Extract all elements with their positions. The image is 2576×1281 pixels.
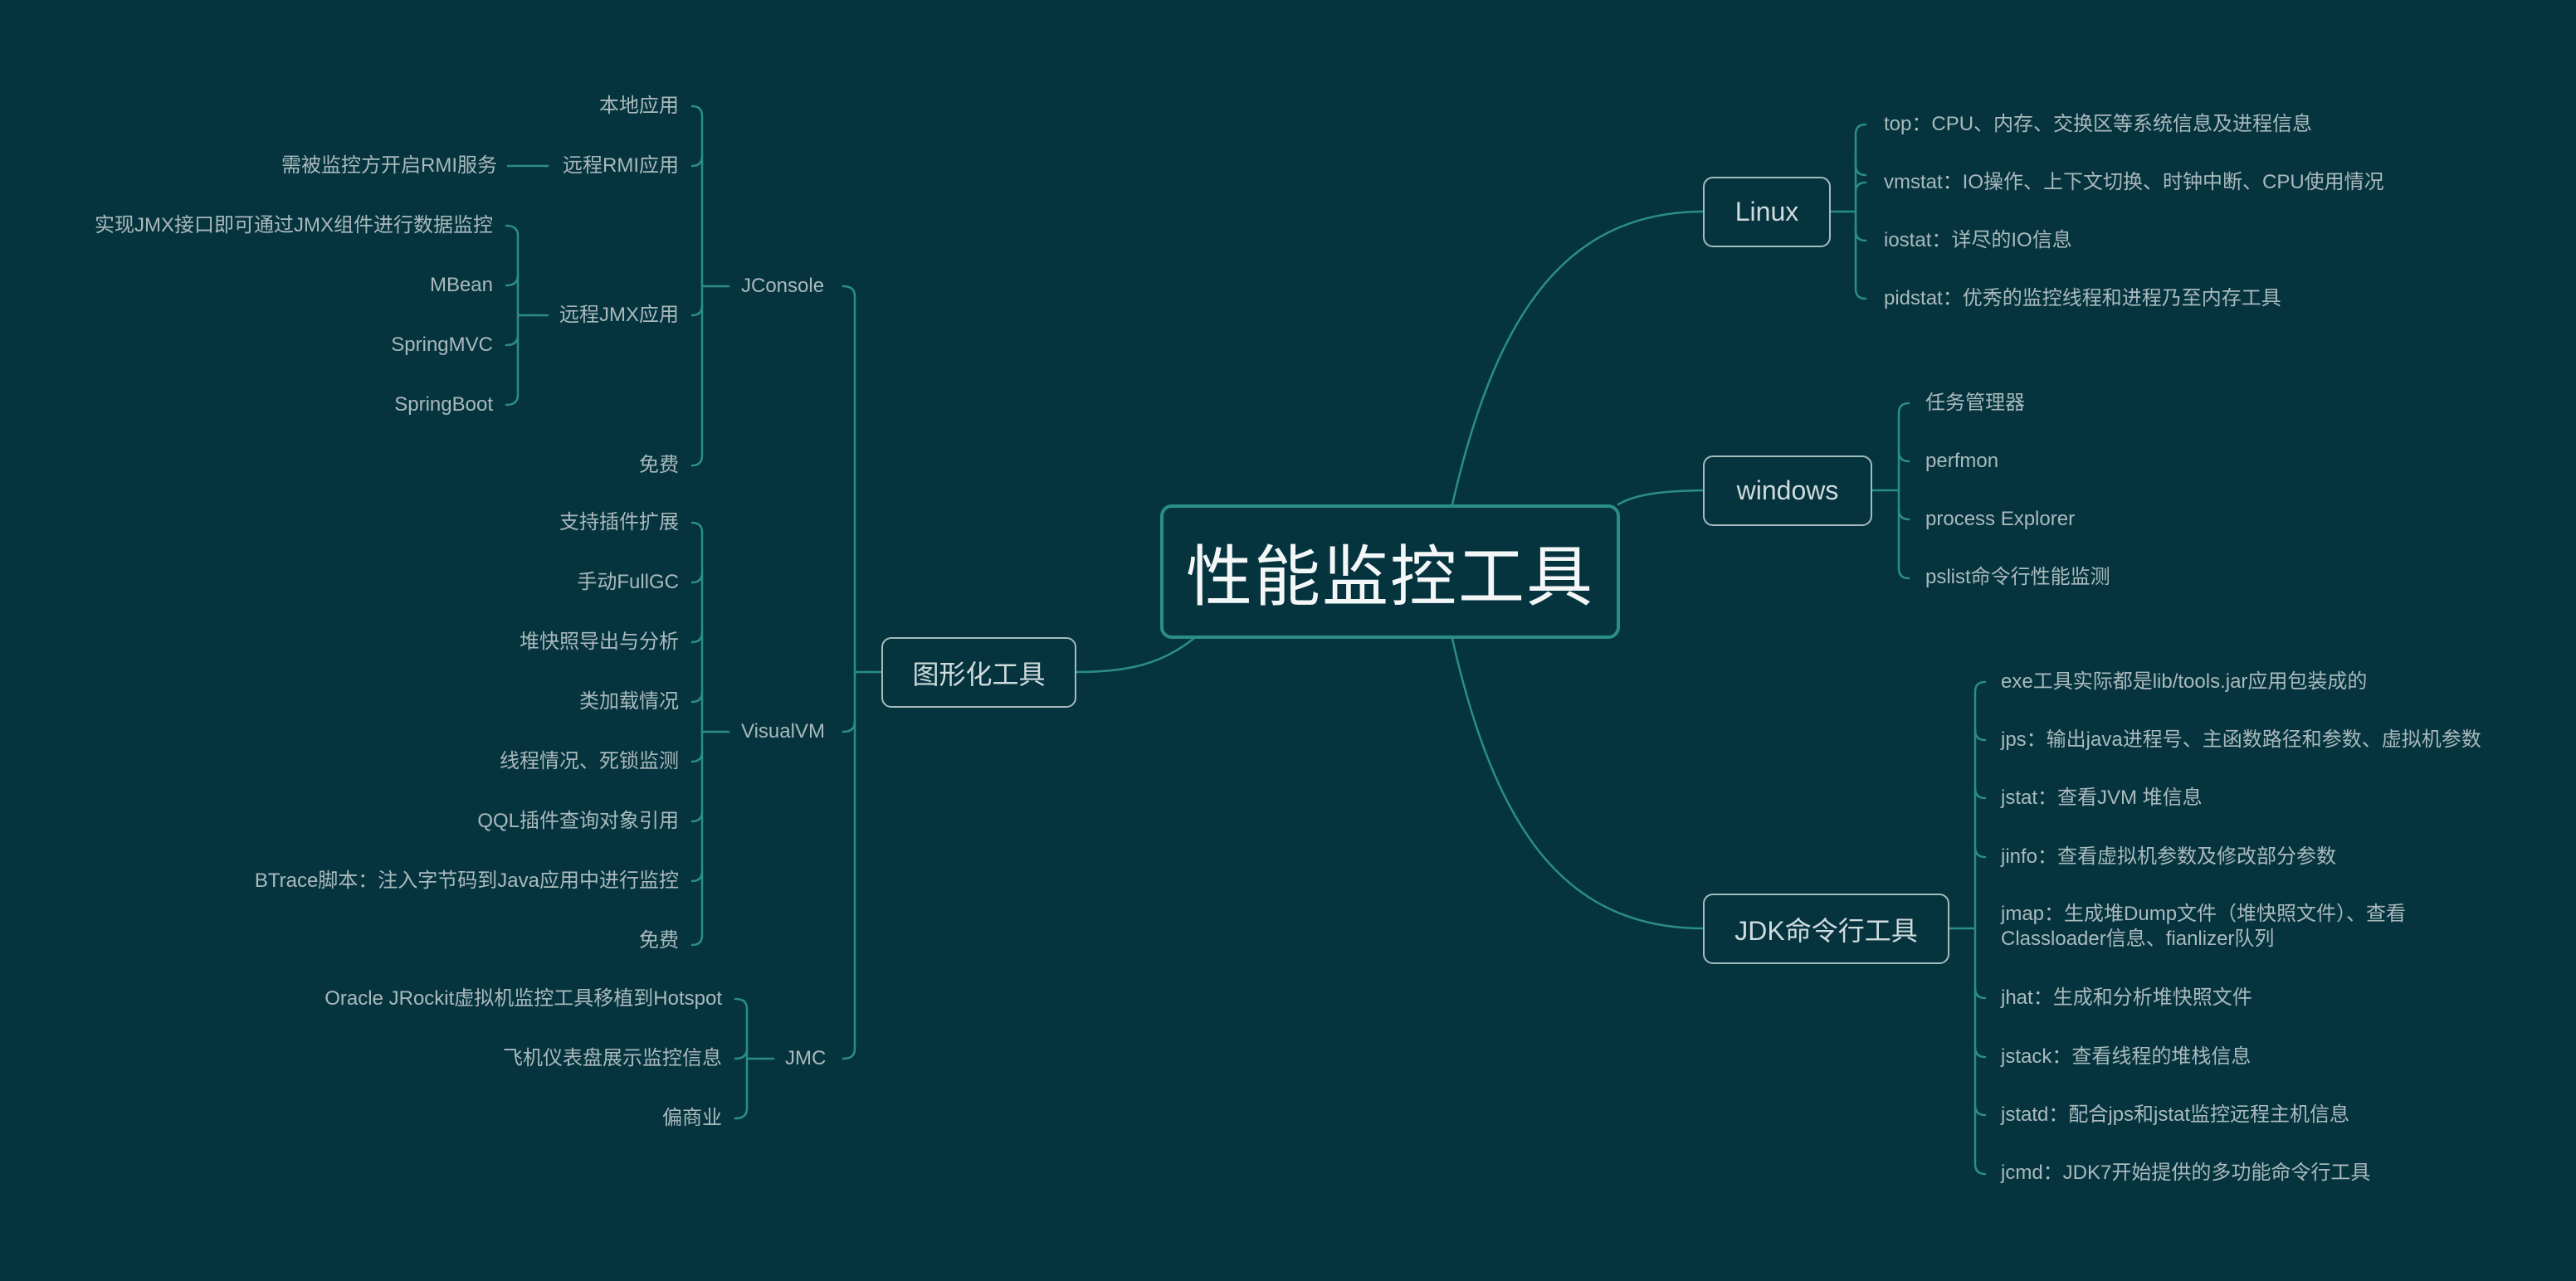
jdk-cli-node[interactable]: JDK命令行工具 bbox=[1703, 894, 1949, 964]
windows-node[interactable]: windows bbox=[1703, 455, 1872, 526]
mind-map: 性能监控工具 图形化工具 Linux windows JDK命令行工具 JCon… bbox=[0, 0, 2576, 1281]
jdk-item[interactable]: jstatd：配合jps和jstat监控远程主机信息 bbox=[2001, 1103, 2349, 1128]
jdk-cli-label: JDK命令行工具 bbox=[1734, 915, 1918, 946]
windows-item[interactable]: perfmon bbox=[1925, 449, 1998, 474]
jdk-item[interactable]: jinfo：查看虚拟机参数及修改部分参数 bbox=[2001, 845, 2336, 869]
linux-node[interactable]: Linux bbox=[1703, 177, 1831, 247]
visualvm-item[interactable]: 类加载情况 bbox=[579, 689, 679, 714]
graphical-tools-node[interactable]: 图形化工具 bbox=[881, 637, 1076, 708]
jdk-item[interactable]: jstack：查看线程的堆栈信息 bbox=[2001, 1045, 2251, 1069]
jdk-item[interactable]: jps：输出java进程号、主函数路径和参数、虚拟机参数 bbox=[2001, 728, 2481, 753]
jconsole-label[interactable]: JConsole bbox=[741, 274, 824, 299]
windows-item[interactable]: 任务管理器 bbox=[1925, 391, 2025, 416]
jdk-item[interactable]: jmap：生成堆Dump文件（堆快照文件）、查看Classloader信息、fi… bbox=[2001, 902, 2432, 952]
visualvm-item[interactable]: 手动FullGC bbox=[577, 570, 679, 595]
jmx-item[interactable]: SpringMVC bbox=[391, 333, 493, 358]
jdk-item[interactable]: jstat：查看JVM 堆信息 bbox=[2001, 786, 2203, 811]
jconsole-free-label[interactable]: 免费 bbox=[639, 453, 679, 478]
linux-item[interactable]: pidstat：优秀的监控线程和进程乃至内存工具 bbox=[1884, 286, 2281, 311]
root-node[interactable]: 性能监控工具 bbox=[1160, 504, 1620, 639]
local-app-label[interactable]: 本地应用 bbox=[599, 94, 679, 119]
jmx-item[interactable]: SpringBoot bbox=[394, 392, 493, 417]
linux-item[interactable]: vmstat：IO操作、上下文切换、时钟中断、CPU使用情况 bbox=[1884, 170, 2384, 195]
visualvm-label[interactable]: VisualVM bbox=[741, 719, 825, 744]
graphical-tools-label: 图形化工具 bbox=[912, 659, 1046, 689]
jmc-label[interactable]: JMC bbox=[785, 1046, 826, 1071]
jdk-item[interactable]: exe工具实际都是lib/tools.jar应用包装成的 bbox=[2001, 670, 2367, 694]
linux-item[interactable]: top：CPU、内存、交换区等系统信息及进程信息 bbox=[1884, 112, 2312, 137]
linux-item[interactable]: iostat：详尽的IO信息 bbox=[1884, 228, 2072, 253]
remote-rmi-label[interactable]: 远程RMI应用 bbox=[563, 153, 679, 178]
jmc-item[interactable]: 飞机仪表盘展示监控信息 bbox=[503, 1046, 722, 1071]
root-label: 性能监控工具 bbox=[1186, 540, 1594, 614]
remote-rmi-note[interactable]: 需被监控方开启RMI服务 bbox=[281, 153, 497, 178]
jdk-item[interactable]: jcmd：JDK7开始提供的多功能命令行工具 bbox=[2001, 1161, 2370, 1186]
windows-item[interactable]: pslist命令行性能监测 bbox=[1925, 565, 2110, 590]
visualvm-item[interactable]: 堆快照导出与分析 bbox=[520, 630, 679, 655]
jmx-item[interactable]: MBean bbox=[430, 273, 493, 298]
visualvm-item[interactable]: BTrace脚本：注入字节码到Java应用中进行监控 bbox=[255, 869, 679, 894]
linux-label: Linux bbox=[1734, 197, 1799, 226]
jdk-item[interactable]: jhat：生成和分析堆快照文件 bbox=[2001, 986, 2252, 1011]
visualvm-item[interactable]: 免费 bbox=[639, 928, 679, 953]
visualvm-item[interactable]: QQL插件查询对象引用 bbox=[477, 809, 679, 834]
windows-item[interactable]: process Explorer bbox=[1925, 507, 2075, 532]
jmc-item[interactable]: Oracle JRockit虚拟机监控工具移植到Hotspot bbox=[324, 986, 722, 1011]
jmc-item[interactable]: 偏商业 bbox=[662, 1106, 722, 1131]
remote-jmx-label[interactable]: 远程JMX应用 bbox=[559, 303, 679, 328]
jmx-item[interactable]: 实现JMX接口即可通过JMX组件进行数据监控 bbox=[95, 213, 493, 238]
visualvm-item[interactable]: 线程情况、死锁监测 bbox=[500, 749, 679, 774]
visualvm-item[interactable]: 支持插件扩展 bbox=[559, 510, 679, 535]
windows-label: windows bbox=[1736, 475, 1839, 505]
